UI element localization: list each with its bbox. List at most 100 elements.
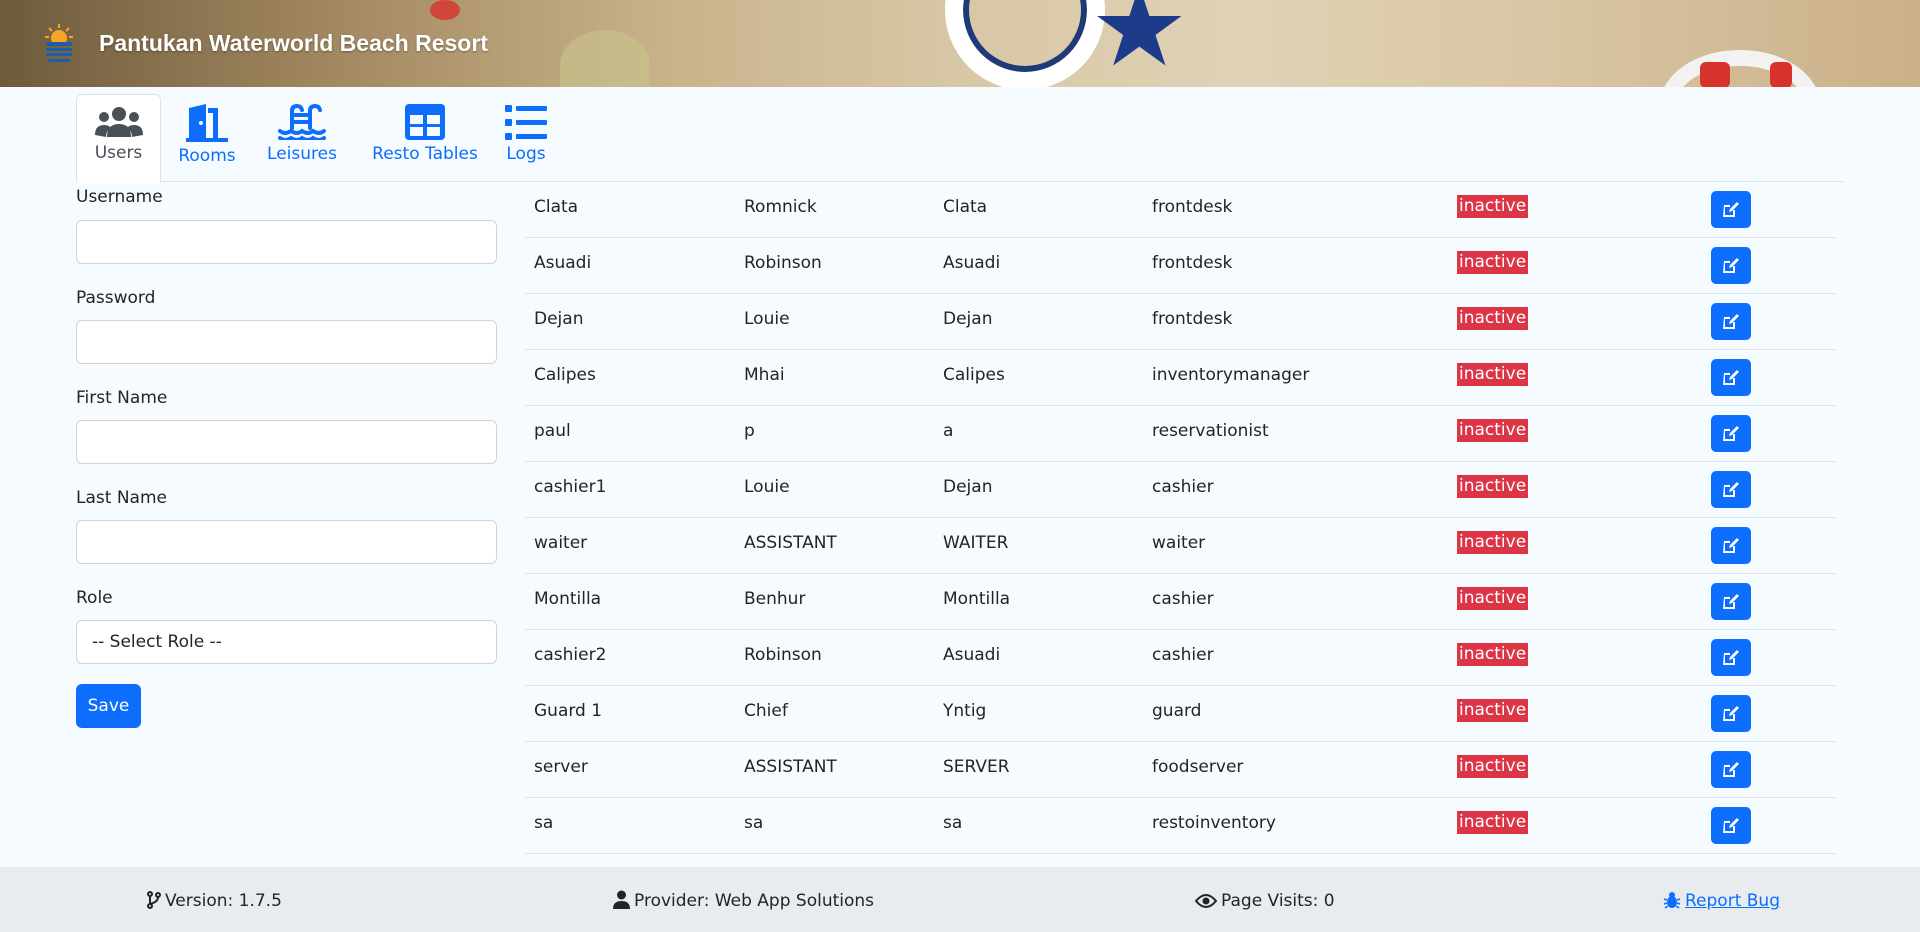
tab-users[interactable]: Users (76, 94, 161, 183)
lastname-input[interactable] (76, 520, 497, 564)
edit-button[interactable] (1711, 415, 1751, 452)
status-badge: inactive (1457, 419, 1529, 442)
tab-logs[interactable]: Logs (502, 94, 550, 182)
cell-role: cashier (1152, 645, 1214, 665)
role-select[interactable]: -- Select Role -- (76, 620, 497, 664)
tab-leisures-label: Leisures (267, 144, 337, 164)
cell-username: Asuadi (534, 253, 592, 273)
edit-button[interactable] (1711, 527, 1751, 564)
page-visits-text: Page Visits: 0 (1221, 891, 1335, 911)
cell-username: waiter (534, 533, 588, 553)
version-text: Version: 1.7.5 (165, 891, 282, 911)
table-row: cashier1 Louie Dejan cashier inactive (525, 462, 1836, 518)
table-row: Calipes Mhai Calipes inventorymanager inacti… (525, 350, 1836, 406)
lastname-label: Last Name (76, 488, 167, 508)
status-badge: inactive (1457, 587, 1529, 610)
cell-role: restoinventory (1152, 813, 1276, 833)
status-badge: inactive (1457, 811, 1529, 834)
cell-role: reservationist (1152, 421, 1269, 441)
edit-button[interactable] (1711, 191, 1751, 228)
table-row: waiter ASSISTANT WAITER waiter inactive (525, 518, 1836, 574)
users-icon (94, 107, 143, 137)
firstname-input[interactable] (76, 420, 497, 464)
cell-username: cashier1 (534, 477, 607, 497)
cell-first: Louie (744, 309, 790, 329)
version-info: Version: 1.7.5 (147, 889, 282, 913)
status-badge: inactive (1457, 531, 1529, 554)
cell-username: Guard 1 (534, 701, 603, 721)
table-row: Montilla Benhur Montilla cashier inactive (525, 574, 1836, 630)
list-icon (505, 105, 547, 140)
tab-resto-tables[interactable]: Resto Tables (372, 94, 478, 182)
starfish-decoration: ★ (1090, 0, 1189, 87)
edit-icon (1723, 370, 1739, 385)
cell-username: Dejan (534, 309, 584, 329)
cell-last: Calipes (943, 365, 1005, 385)
user-icon (613, 890, 630, 909)
edit-button[interactable] (1711, 695, 1751, 732)
table-row: cashier2 Robinson Asuadi cashier inactive (525, 630, 1836, 686)
cell-first: Robinson (744, 253, 822, 273)
status-badge: inactive (1457, 643, 1529, 666)
header-banner: ★ Pantukan Waterworld Beach Resort (0, 0, 1920, 87)
username-label: Username (76, 187, 163, 207)
edit-button[interactable] (1711, 751, 1751, 788)
tab-rooms[interactable]: Rooms (176, 94, 238, 182)
save-button[interactable]: Save (76, 684, 141, 728)
report-bug-text: Report Bug (1685, 891, 1780, 911)
edit-icon (1723, 706, 1739, 721)
tab-resto-tables-label: Resto Tables (372, 144, 478, 164)
password-label: Password (76, 288, 156, 308)
beach-toy-decoration (560, 30, 650, 87)
cell-last: SERVER (943, 757, 1010, 777)
status-badge: inactive (1457, 699, 1529, 722)
cell-role: guard (1152, 701, 1202, 721)
provider-text: Provider: Web App Solutions (634, 891, 875, 911)
cell-first: p (744, 421, 755, 441)
tab-rooms-label: Rooms (178, 146, 236, 166)
table-row: Clata Romnick Clata frontdesk inactive (525, 182, 1836, 238)
status-badge: inactive (1457, 363, 1529, 386)
role-label: Role (76, 588, 113, 608)
status-badge: inactive (1457, 475, 1529, 498)
cell-username: cashier2 (534, 645, 607, 665)
cell-first: sa (744, 813, 764, 833)
tab-users-label: Users (94, 143, 143, 163)
cell-first: Benhur (744, 589, 806, 609)
lifebuoy-stripe (1700, 62, 1730, 87)
app-title: Pantukan Waterworld Beach Resort (99, 30, 488, 56)
bug-icon (1663, 892, 1681, 909)
username-input[interactable] (76, 220, 497, 264)
cell-role: frontdesk (1152, 197, 1233, 217)
edit-button[interactable] (1711, 807, 1751, 844)
cell-role: cashier (1152, 477, 1214, 497)
edit-button[interactable] (1711, 639, 1751, 676)
edit-icon (1723, 762, 1739, 777)
report-bug-link[interactable]: Report Bug (1663, 889, 1780, 913)
edit-icon (1723, 482, 1739, 497)
edit-button[interactable] (1711, 359, 1751, 396)
edit-icon (1723, 314, 1739, 329)
edit-button[interactable] (1711, 471, 1751, 508)
cell-last: WAITER (943, 533, 1009, 553)
page-visits-info: Page Visits: 0 (1194, 889, 1335, 913)
cell-first: Romnick (744, 197, 817, 217)
edit-icon (1723, 426, 1739, 441)
password-input[interactable] (76, 320, 497, 364)
cell-first: ASSISTANT (744, 533, 837, 553)
lifebuoy-stripe-2 (1770, 62, 1792, 87)
table-row: sa sa sa restoinventory inactive (525, 798, 1836, 854)
cell-role: cashier (1152, 589, 1214, 609)
cell-last: Yntig (943, 701, 987, 721)
cell-first: ASSISTANT (744, 757, 837, 777)
provider-info: Provider: Web App Solutions (613, 889, 874, 913)
edit-button[interactable] (1711, 247, 1751, 284)
edit-button[interactable] (1711, 583, 1751, 620)
edit-button[interactable] (1711, 303, 1751, 340)
tab-leisures[interactable]: Leisures (262, 94, 342, 182)
pool-icon (278, 104, 326, 140)
edit-icon (1723, 258, 1739, 273)
status-badge: inactive (1457, 195, 1529, 218)
table-row: server ASSISTANT SERVER foodserver inactive (525, 742, 1836, 798)
cell-last: sa (943, 813, 963, 833)
